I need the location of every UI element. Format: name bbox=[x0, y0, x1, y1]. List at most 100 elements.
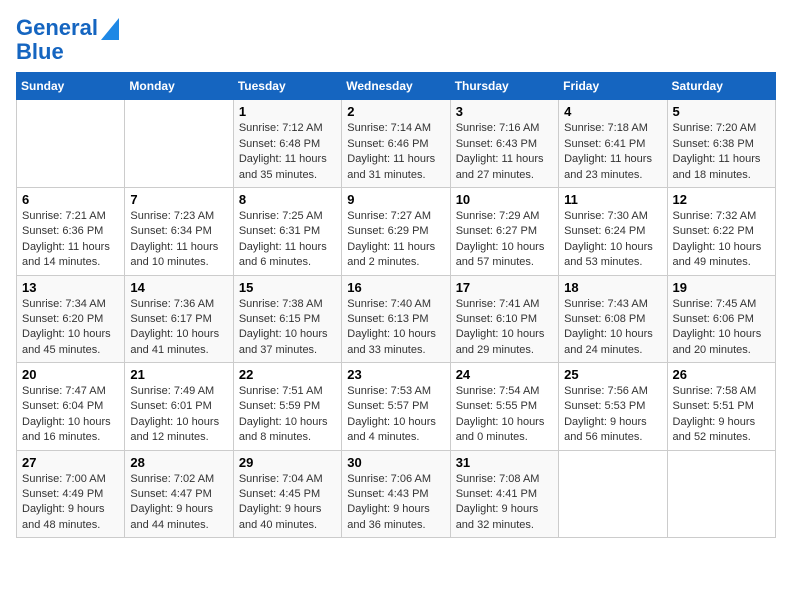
sunrise-text: Sunrise: 7:30 AM bbox=[564, 209, 661, 224]
daylight-text: Daylight: 10 hours and 45 minutes. bbox=[22, 327, 119, 358]
page-header: General Blue bbox=[16, 16, 776, 64]
sunset-text: Sunset: 6:13 PM bbox=[347, 312, 444, 327]
day-info: Sunrise: 7:08 AMSunset: 4:41 PMDaylight:… bbox=[456, 472, 553, 534]
weekday-row: SundayMondayTuesdayWednesdayThursdayFrid… bbox=[17, 73, 776, 100]
daylight-text: Daylight: 11 hours and 31 minutes. bbox=[347, 152, 444, 183]
calendar-header: SundayMondayTuesdayWednesdayThursdayFrid… bbox=[17, 73, 776, 100]
calendar-cell: 13Sunrise: 7:34 AMSunset: 6:20 PMDayligh… bbox=[17, 275, 125, 363]
day-info: Sunrise: 7:47 AMSunset: 6:04 PMDaylight:… bbox=[22, 384, 119, 446]
weekday-header: Tuesday bbox=[233, 73, 341, 100]
day-number: 26 bbox=[673, 367, 770, 382]
daylight-text: Daylight: 9 hours and 52 minutes. bbox=[673, 415, 770, 446]
sunrise-text: Sunrise: 7:16 AM bbox=[456, 121, 553, 136]
sunrise-text: Sunrise: 7:23 AM bbox=[130, 209, 227, 224]
calendar-cell bbox=[17, 100, 125, 188]
sunset-text: Sunset: 5:53 PM bbox=[564, 399, 661, 414]
sunset-text: Sunset: 6:36 PM bbox=[22, 224, 119, 239]
logo: General Blue bbox=[16, 16, 119, 64]
sunset-text: Sunset: 6:08 PM bbox=[564, 312, 661, 327]
day-info: Sunrise: 7:29 AMSunset: 6:27 PMDaylight:… bbox=[456, 209, 553, 271]
sunset-text: Sunset: 6:43 PM bbox=[456, 137, 553, 152]
sunrise-text: Sunrise: 7:54 AM bbox=[456, 384, 553, 399]
daylight-text: Daylight: 11 hours and 10 minutes. bbox=[130, 240, 227, 271]
day-number: 14 bbox=[130, 280, 227, 295]
daylight-text: Daylight: 11 hours and 14 minutes. bbox=[22, 240, 119, 271]
daylight-text: Daylight: 11 hours and 2 minutes. bbox=[347, 240, 444, 271]
day-number: 15 bbox=[239, 280, 336, 295]
day-info: Sunrise: 7:04 AMSunset: 4:45 PMDaylight:… bbox=[239, 472, 336, 534]
calendar-cell: 15Sunrise: 7:38 AMSunset: 6:15 PMDayligh… bbox=[233, 275, 341, 363]
daylight-text: Daylight: 9 hours and 48 minutes. bbox=[22, 502, 119, 533]
day-number: 13 bbox=[22, 280, 119, 295]
calendar-cell: 9Sunrise: 7:27 AMSunset: 6:29 PMDaylight… bbox=[342, 187, 450, 275]
calendar-cell: 17Sunrise: 7:41 AMSunset: 6:10 PMDayligh… bbox=[450, 275, 558, 363]
calendar-cell: 4 Sunrise: 7:18 AMSunset: 6:41 PMDaylight… bbox=[559, 100, 667, 188]
day-info: Sunrise: 7:18 AMSunset: 6:41 PMDaylight:… bbox=[564, 121, 661, 183]
calendar-cell: 11 Sunrise: 7:30 AMSunset: 6:24 PMDayligh… bbox=[559, 187, 667, 275]
day-number: 11 bbox=[564, 192, 661, 207]
sunrise-text: Sunrise: 7:20 AM bbox=[673, 121, 770, 136]
daylight-text: Daylight: 11 hours and 23 minutes. bbox=[564, 152, 661, 183]
calendar-cell: 30Sunrise: 7:06 AMSunset: 4:43 PMDayligh… bbox=[342, 450, 450, 538]
sunset-text: Sunset: 6:04 PM bbox=[22, 399, 119, 414]
sunset-text: Sunset: 4:43 PM bbox=[347, 487, 444, 502]
sunset-text: Sunset: 4:47 PM bbox=[130, 487, 227, 502]
daylight-text: Daylight: 10 hours and 0 minutes. bbox=[456, 415, 553, 446]
sunrise-text: Sunrise: 7:40 AM bbox=[347, 297, 444, 312]
calendar-cell: 12Sunrise: 7:32 AMSunset: 6:22 PMDayligh… bbox=[667, 187, 775, 275]
sunset-text: Sunset: 6:34 PM bbox=[130, 224, 227, 239]
day-number: 12 bbox=[673, 192, 770, 207]
day-info: Sunrise: 7:51 AMSunset: 5:59 PMDaylight:… bbox=[239, 384, 336, 446]
day-number: 9 bbox=[347, 192, 444, 207]
day-info: Sunrise: 7:20 AMSunset: 6:38 PMDaylight:… bbox=[673, 121, 770, 183]
daylight-text: Daylight: 10 hours and 20 minutes. bbox=[673, 327, 770, 358]
calendar-cell: 31Sunrise: 7:08 AMSunset: 4:41 PMDayligh… bbox=[450, 450, 558, 538]
sunrise-text: Sunrise: 7:06 AM bbox=[347, 472, 444, 487]
calendar-cell: 14Sunrise: 7:36 AMSunset: 6:17 PMDayligh… bbox=[125, 275, 233, 363]
day-number: 28 bbox=[130, 455, 227, 470]
sunset-text: Sunset: 6:48 PM bbox=[239, 137, 336, 152]
day-number: 22 bbox=[239, 367, 336, 382]
day-number: 6 bbox=[22, 192, 119, 207]
daylight-text: Daylight: 10 hours and 29 minutes. bbox=[456, 327, 553, 358]
sunrise-text: Sunrise: 7:41 AM bbox=[456, 297, 553, 312]
calendar-week-row: 1 Sunrise: 7:12 AMSunset: 6:48 PMDaylight… bbox=[17, 100, 776, 188]
day-number: 21 bbox=[130, 367, 227, 382]
calendar-cell: 6Sunrise: 7:21 AMSunset: 6:36 PMDaylight… bbox=[17, 187, 125, 275]
daylight-text: Daylight: 10 hours and 24 minutes. bbox=[564, 327, 661, 358]
sunrise-text: Sunrise: 7:32 AM bbox=[673, 209, 770, 224]
weekday-header: Monday bbox=[125, 73, 233, 100]
sunset-text: Sunset: 6:20 PM bbox=[22, 312, 119, 327]
day-info: Sunrise: 7:53 AMSunset: 5:57 PMDaylight:… bbox=[347, 384, 444, 446]
daylight-text: Daylight: 10 hours and 8 minutes. bbox=[239, 415, 336, 446]
sunrise-text: Sunrise: 7:08 AM bbox=[456, 472, 553, 487]
day-number: 23 bbox=[347, 367, 444, 382]
sunrise-text: Sunrise: 7:27 AM bbox=[347, 209, 444, 224]
day-info: Sunrise: 7:45 AMSunset: 6:06 PMDaylight:… bbox=[673, 297, 770, 359]
calendar-cell: 5Sunrise: 7:20 AMSunset: 6:38 PMDaylight… bbox=[667, 100, 775, 188]
day-info: Sunrise: 7:41 AMSunset: 6:10 PMDaylight:… bbox=[456, 297, 553, 359]
weekday-header: Friday bbox=[559, 73, 667, 100]
day-number: 25 bbox=[564, 367, 661, 382]
sunset-text: Sunset: 4:45 PM bbox=[239, 487, 336, 502]
day-info: Sunrise: 7:23 AMSunset: 6:34 PMDaylight:… bbox=[130, 209, 227, 271]
day-number: 1 bbox=[239, 104, 336, 119]
day-number: 8 bbox=[239, 192, 336, 207]
day-info: Sunrise: 7:30 AMSunset: 6:24 PMDaylight:… bbox=[564, 209, 661, 271]
daylight-text: Daylight: 9 hours and 40 minutes. bbox=[239, 502, 336, 533]
sunrise-text: Sunrise: 7:47 AM bbox=[22, 384, 119, 399]
sunset-text: Sunset: 6:38 PM bbox=[673, 137, 770, 152]
calendar-cell: 27Sunrise: 7:00 AMSunset: 4:49 PMDayligh… bbox=[17, 450, 125, 538]
day-info: Sunrise: 7:12 AMSunset: 6:48 PMDaylight:… bbox=[239, 121, 336, 183]
sunrise-text: Sunrise: 7:58 AM bbox=[673, 384, 770, 399]
daylight-text: Daylight: 10 hours and 57 minutes. bbox=[456, 240, 553, 271]
day-number: 4 bbox=[564, 104, 661, 119]
calendar-cell: 21Sunrise: 7:49 AMSunset: 6:01 PMDayligh… bbox=[125, 363, 233, 451]
daylight-text: Daylight: 10 hours and 49 minutes. bbox=[673, 240, 770, 271]
sunset-text: Sunset: 5:55 PM bbox=[456, 399, 553, 414]
sunrise-text: Sunrise: 7:18 AM bbox=[564, 121, 661, 136]
calendar-cell: 24Sunrise: 7:54 AMSunset: 5:55 PMDayligh… bbox=[450, 363, 558, 451]
day-info: Sunrise: 7:25 AMSunset: 6:31 PMDaylight:… bbox=[239, 209, 336, 271]
day-number: 3 bbox=[456, 104, 553, 119]
sunrise-text: Sunrise: 7:00 AM bbox=[22, 472, 119, 487]
